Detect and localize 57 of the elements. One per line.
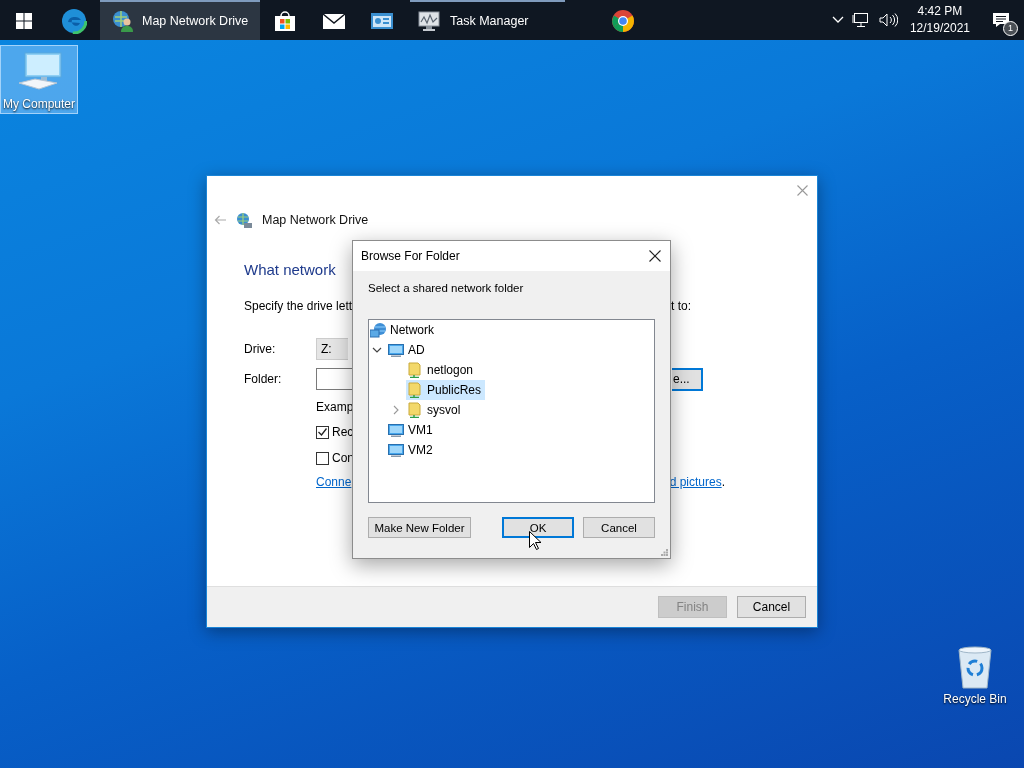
desktop-icon[interactable]: Recycle Bin — [938, 640, 1012, 710]
globe-drive-icon — [236, 212, 252, 228]
new-folder-button[interactable]: Make New Folder — [368, 517, 471, 538]
mouse-pointer-icon — [529, 531, 541, 550]
prompt-text: Select a shared network folder — [368, 282, 525, 294]
tree-item[interactable]: AD — [387, 340, 429, 360]
window-title: Map Network Drive — [262, 213, 369, 227]
tree-item[interactable]: Network — [369, 320, 438, 340]
tree-item[interactable]: netlogon — [406, 360, 478, 380]
ok-button[interactable]: OK — [502, 517, 574, 538]
network-icon[interactable] — [851, 12, 870, 28]
instruction-text: Specify the drive lett — [244, 299, 353, 313]
cancel-button[interactable]: Cancel — [737, 596, 806, 618]
example-text: Examp — [316, 400, 354, 414]
tree-item[interactable]: VM1 — [387, 420, 437, 440]
notification-icon[interactable] — [992, 12, 1010, 28]
browser-icon — [61, 8, 87, 34]
shared-folder-icon — [407, 382, 423, 398]
chevron-down-icon[interactable] — [831, 16, 844, 24]
monitor-chart-icon — [418, 10, 442, 32]
computer-icon — [388, 342, 404, 358]
chevron-right-icon[interactable] — [391, 405, 401, 415]
checkbox-label: Rec — [332, 425, 354, 439]
shopping-bag-icon — [274, 10, 296, 32]
envelope-icon — [322, 12, 346, 30]
globe-user-icon — [112, 10, 134, 32]
app-window-icon — [371, 11, 393, 31]
speaker-icon[interactable] — [877, 12, 898, 28]
tree-item[interactable]: sysvol — [406, 400, 465, 420]
tree-item[interactable]: PublicRes — [406, 380, 486, 400]
page-heading: What network — [244, 260, 336, 280]
network-icon — [370, 322, 386, 338]
link[interactable]: Conne — [316, 475, 352, 489]
resize-grip-icon — [661, 549, 668, 556]
clock[interactable]: 4:42 PM 12/19/2021 — [905, 3, 974, 37]
checkmark-icon — [318, 428, 327, 436]
checkbox[interactable] — [316, 451, 329, 465]
round-browser-icon — [611, 9, 635, 33]
chevron-down-icon[interactable] — [372, 345, 382, 355]
dialog-title: Browse For Folder — [361, 249, 460, 263]
instruction-text: t to: — [671, 299, 691, 313]
shared-folder-icon — [407, 402, 423, 418]
checkbox[interactable] — [316, 425, 329, 439]
notification-badge: 1 — [1003, 21, 1018, 36]
drive-label: Drive: — [244, 342, 277, 356]
taskbar-button[interactable]: Map Network Drive — [100, 0, 260, 40]
close-icon[interactable] — [649, 250, 661, 262]
computer-icon — [388, 422, 404, 438]
drive-dropdown[interactable]: Z: — [316, 338, 348, 360]
windows-icon — [16, 13, 32, 29]
shared-folder-icon — [407, 362, 423, 378]
cancel-button[interactable]: Cancel — [583, 517, 655, 538]
tree-item[interactable]: VM2 — [387, 440, 437, 460]
folder-label: Folder: — [244, 372, 283, 386]
browse-button[interactable]: e... — [672, 367, 703, 391]
taskbar-button[interactable]: Task Manager — [410, 0, 565, 40]
computer-icon — [388, 442, 404, 458]
